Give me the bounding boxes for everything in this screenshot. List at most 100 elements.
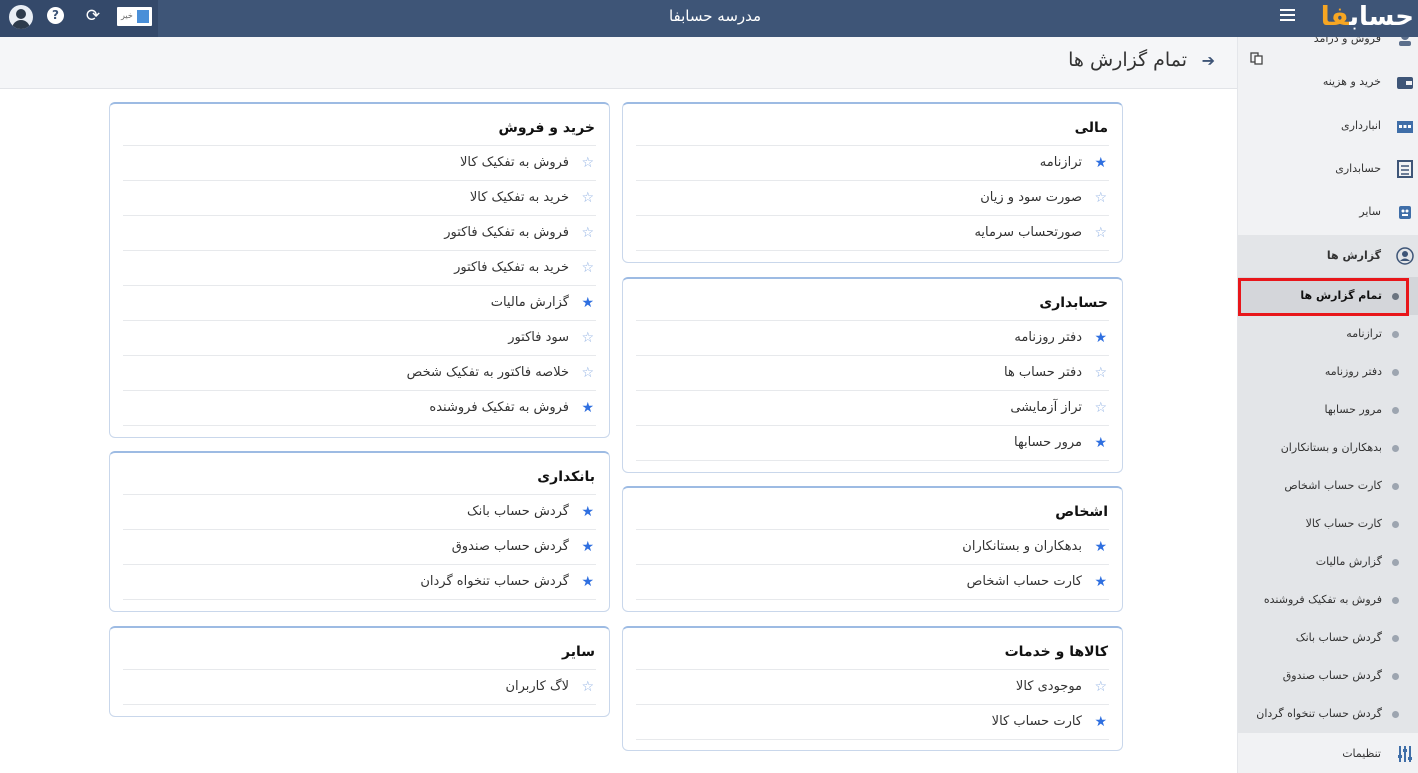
star-icon[interactable]: ★ — [1094, 329, 1107, 347]
report-row[interactable]: ☆ خرید به تفکیک فاکتور — [123, 251, 596, 286]
star-icon[interactable]: ★ — [1094, 713, 1107, 731]
star-icon[interactable]: ☆ — [581, 329, 594, 347]
page-title: مدرسه حسابفا — [668, 7, 762, 25]
selection-highlight — [1238, 278, 1409, 316]
star-icon[interactable]: ★ — [1094, 154, 1107, 172]
card-title: مالی — [636, 104, 1109, 146]
wallet-icon — [1397, 77, 1413, 89]
star-icon[interactable]: ☆ — [1094, 364, 1107, 382]
star-icon[interactable]: ★ — [581, 503, 594, 521]
report-row[interactable]: ☆ صورت سود و زیان — [636, 181, 1109, 216]
star-icon[interactable]: ☆ — [1094, 678, 1107, 696]
star-icon[interactable]: ☆ — [1094, 399, 1107, 417]
card-accounting: حسابداری ★ دفتر روزنامه ☆ دفتر حساب ها ☆ تر… — [622, 277, 1123, 473]
arrow-right-icon[interactable]: ➔ — [1202, 51, 1215, 70]
sidebar-sub-bank-turnover[interactable]: گردش حساب بانک — [1238, 619, 1418, 657]
report-row[interactable]: ☆ دفتر حساب ها — [636, 356, 1109, 391]
sidebar-item-warehouse[interactable]: انبارداری — [1238, 107, 1418, 145]
card-title: کالاها و خدمات — [636, 628, 1109, 670]
sidebar-item-sales[interactable]: فروش و درآمد — [1238, 37, 1418, 58]
report-row[interactable]: ★ گزارش مالیات — [123, 286, 596, 321]
other-icon — [1399, 206, 1411, 219]
star-icon[interactable]: ★ — [581, 294, 594, 312]
star-icon[interactable]: ★ — [1094, 538, 1107, 556]
star-icon[interactable]: ☆ — [581, 259, 594, 277]
report-row[interactable]: ★ گردش حساب بانک — [123, 495, 596, 530]
sliders-icon — [1398, 746, 1412, 762]
star-icon[interactable]: ☆ — [581, 224, 594, 242]
topbar-tools: ? ⟳ خیر — [0, 0, 158, 37]
sidebar-sub-petty-cash[interactable]: گردش حساب تنخواه گردان — [1238, 695, 1418, 733]
star-icon[interactable]: ★ — [581, 573, 594, 591]
report-row[interactable]: ★ کارت حساب اشخاص — [636, 565, 1109, 600]
report-row[interactable]: ★ دفتر روزنامه — [636, 321, 1109, 356]
report-row[interactable]: ☆ خلاصه فاکتور به تفکیک شخص — [123, 356, 596, 391]
report-row[interactable]: ☆ تراز آزمایشی — [636, 391, 1109, 426]
card-title: اشخاص — [636, 488, 1109, 530]
header-title: تمام گزارش ها — [1068, 49, 1187, 71]
report-row[interactable]: ★ گردش حساب صندوق — [123, 530, 596, 565]
sidebar: فروش و درآمد خرید و هزینه انبارداری حساب… — [1237, 37, 1418, 773]
report-row[interactable]: ☆ لاگ کاربران — [123, 670, 596, 705]
card-banking: بانکداری ★ گردش حساب بانک ★ گردش حساب صندو… — [109, 451, 610, 612]
star-icon[interactable]: ☆ — [1094, 189, 1107, 207]
card-persons: اشخاص ★ بدهکاران و بستانکاران ★ کارت حساب … — [622, 486, 1123, 612]
report-row[interactable]: ☆ صورتحساب سرمایه — [636, 216, 1109, 251]
card-title: بانکداری — [123, 453, 596, 495]
report-row[interactable]: ★ ترازنامه — [636, 146, 1109, 181]
sidebar-sub-cash-turnover[interactable]: گردش حساب صندوق — [1238, 657, 1418, 695]
help-icon[interactable]: ? — [47, 7, 64, 24]
sidebar-item-accounting[interactable]: حسابداری — [1238, 150, 1418, 188]
sidebar-sub-journal[interactable]: دفتر روزنامه — [1238, 353, 1418, 391]
card-buy-sell: خرید و فروش ☆ فروش به تفکیک کالا ☆ خرید به… — [109, 102, 610, 438]
report-row[interactable]: ★ مرور حسابها — [636, 426, 1109, 461]
report-row[interactable]: ★ کارت حساب کالا — [636, 705, 1109, 740]
report-row[interactable]: ☆ فروش به تفکیک کالا — [123, 146, 596, 181]
page-header: ➔ تمام گزارش ها — [0, 37, 1237, 89]
sidebar-item-settings[interactable]: تنظیمات — [1238, 735, 1418, 773]
card-goods-services: کالاها و خدمات ☆ موجودی کالا ★ کارت حساب ک… — [622, 626, 1123, 751]
report-row[interactable]: ★ گردش حساب تنخواه گردان — [123, 565, 596, 600]
warehouse-icon — [1397, 121, 1413, 133]
card-other: سایر ☆ لاگ کاربران — [109, 626, 610, 717]
card-title: خرید و فروش — [123, 104, 596, 146]
star-icon[interactable]: ☆ — [581, 189, 594, 207]
sidebar-sub-debtors[interactable]: بدهکاران و بستانکاران — [1238, 429, 1418, 467]
star-icon[interactable]: ★ — [581, 399, 594, 417]
star-icon[interactable]: ☆ — [581, 364, 594, 382]
report-row[interactable]: ☆ فروش به تفکیک فاکتور — [123, 216, 596, 251]
mode-toggle[interactable]: خیر — [117, 7, 152, 26]
sidebar-item-purchase[interactable]: خرید و هزینه — [1238, 63, 1418, 101]
report-icon — [1396, 247, 1414, 265]
report-row[interactable]: ☆ موجودی کالا — [636, 670, 1109, 705]
star-icon[interactable]: ☆ — [1094, 224, 1107, 242]
sidebar-item-reports[interactable]: گزارش ها — [1238, 235, 1418, 277]
top-bar: ? ⟳ خیر مدرسه حسابفا حسابفا — [0, 0, 1418, 37]
refresh-icon[interactable]: ⟳ — [83, 5, 103, 27]
sidebar-sub-balance-sheet[interactable]: ترازنامه — [1238, 315, 1418, 353]
toggle-label: خیر — [121, 11, 133, 20]
sidebar-sub-item-card[interactable]: کارت حساب کالا — [1238, 505, 1418, 543]
sidebar-item-other[interactable]: سایر — [1238, 193, 1418, 231]
star-icon[interactable]: ★ — [1094, 573, 1107, 591]
report-row[interactable]: ☆ خرید به تفکیک کالا — [123, 181, 596, 216]
coins-icon — [1399, 37, 1411, 46]
documents-icon[interactable] — [1250, 52, 1263, 65]
star-icon[interactable]: ☆ — [581, 678, 594, 696]
card-title: حسابداری — [636, 279, 1109, 321]
sidebar-sub-account-review[interactable]: مرور حسابها — [1238, 391, 1418, 429]
card-title: سایر — [123, 628, 596, 670]
report-row[interactable]: ★ فروش به تفکیک فروشنده — [123, 391, 596, 426]
sidebar-sub-tax-report[interactable]: گزارش مالیات — [1238, 543, 1418, 581]
user-avatar[interactable] — [9, 5, 33, 29]
star-icon[interactable]: ★ — [581, 538, 594, 556]
hamburger-menu-icon[interactable] — [1280, 9, 1295, 23]
star-icon[interactable]: ★ — [1094, 434, 1107, 452]
sidebar-sub-person-card[interactable]: کارت حساب اشخاص — [1238, 467, 1418, 505]
report-row[interactable]: ★ بدهکاران و بستانکاران — [636, 530, 1109, 565]
app-logo[interactable]: حسابفا — [1318, 1, 1415, 35]
report-row[interactable]: ☆ سود فاکتور — [123, 321, 596, 356]
sidebar-sub-sales-by-seller[interactable]: فروش به تفکیک فروشنده — [1238, 581, 1418, 619]
ledger-icon — [1397, 160, 1413, 178]
star-icon[interactable]: ☆ — [581, 154, 594, 172]
